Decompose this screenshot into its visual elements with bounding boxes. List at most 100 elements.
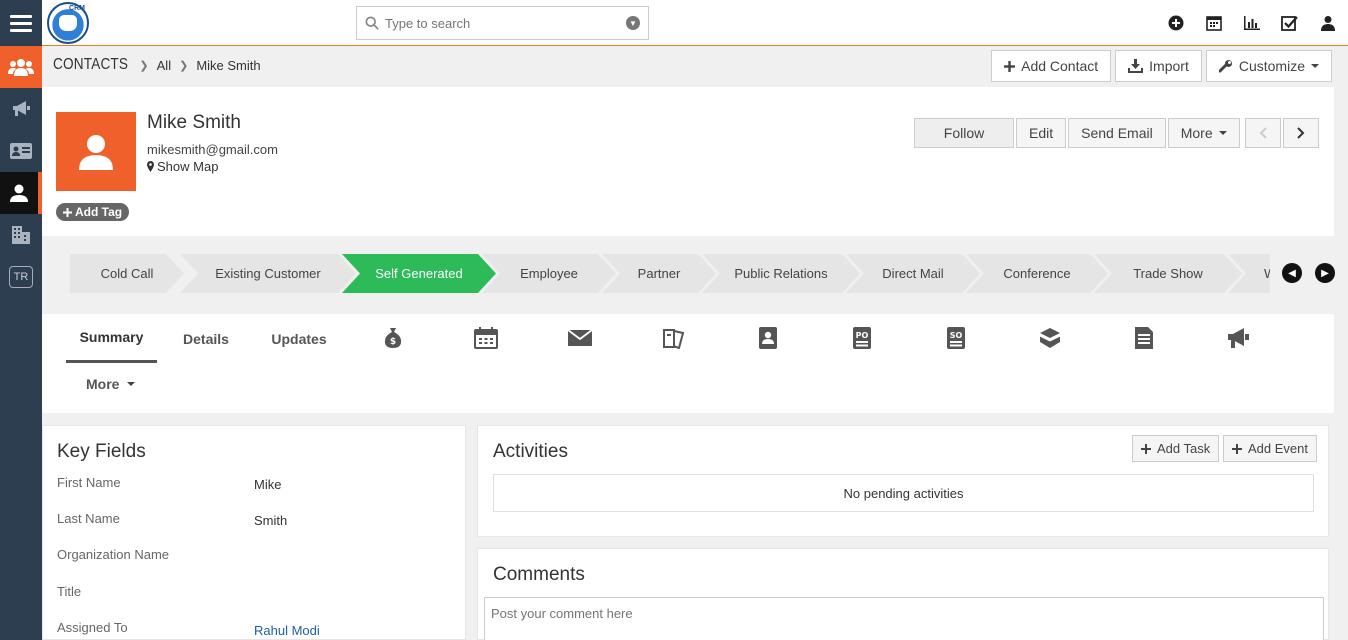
wrench-icon bbox=[1218, 60, 1232, 73]
add-contact-button[interactable]: Add Contact bbox=[991, 50, 1112, 82]
contact-name: Mike Smith bbox=[147, 112, 241, 133]
sidebar-item-contacts[interactable] bbox=[0, 172, 42, 214]
megaphone-icon[interactable] bbox=[1224, 324, 1252, 352]
field-row: First Name Mike bbox=[57, 475, 281, 492]
tickets-icon[interactable] bbox=[660, 324, 688, 352]
breadcrumb-module[interactable]: CONTACTS bbox=[53, 56, 128, 74]
document-icon[interactable] bbox=[1130, 324, 1158, 352]
key-fields-title: Key Fields bbox=[57, 441, 146, 462]
field-label: Assigned To bbox=[57, 620, 128, 635]
edit-button[interactable]: Edit bbox=[1016, 118, 1067, 148]
download-icon bbox=[1128, 59, 1144, 73]
tab-summary[interactable]: Summary bbox=[66, 314, 157, 363]
add-tag-label: Add Tag bbox=[75, 205, 123, 219]
search-input[interactable] bbox=[385, 15, 626, 31]
add-task-button[interactable]: Add Task bbox=[1132, 435, 1220, 462]
comment-input[interactable] bbox=[484, 597, 1324, 640]
tab-details[interactable]: Details bbox=[170, 314, 242, 363]
field-label: First Name bbox=[57, 475, 121, 490]
top-bar: CRM ▼ bbox=[0, 0, 1348, 46]
so-icon[interactable]: SO bbox=[942, 324, 970, 352]
po-icon[interactable]: PO bbox=[848, 324, 876, 352]
import-label: Import bbox=[1149, 58, 1189, 74]
stage-item[interactable]: Employee bbox=[482, 254, 616, 293]
add-event-button[interactable]: Add Event bbox=[1223, 435, 1317, 462]
caret-down-icon bbox=[127, 382, 136, 386]
calendar-icon[interactable] bbox=[472, 324, 500, 352]
person-icon bbox=[79, 134, 113, 170]
id-card-icon bbox=[10, 143, 32, 159]
global-search[interactable]: ▼ bbox=[356, 6, 649, 40]
user-account-icon[interactable] bbox=[1318, 13, 1338, 33]
checkbox-task-icon[interactable] bbox=[1280, 13, 1300, 33]
svg-text:PO: PO bbox=[856, 331, 869, 340]
add-circle-icon[interactable] bbox=[1166, 13, 1186, 33]
add-contact-label: Add Contact bbox=[1021, 58, 1099, 74]
comments-title: Comments bbox=[493, 564, 585, 585]
tab-more-label: More bbox=[86, 376, 120, 392]
left-sidebar: TR bbox=[0, 46, 42, 640]
assigned-to-link[interactable]: Rahul Modi bbox=[254, 623, 320, 638]
show-map-link[interactable]: Show Map bbox=[147, 159, 218, 174]
tr-badge: TR bbox=[9, 266, 33, 288]
stage-item-active[interactable]: Self Generated bbox=[342, 254, 496, 293]
import-button[interactable]: Import bbox=[1115, 50, 1202, 82]
stage-scroll-right-icon[interactable]: ▶ bbox=[1315, 263, 1335, 283]
sidebar-item-marketing[interactable] bbox=[0, 88, 42, 130]
field-value[interactable]: Mike bbox=[254, 477, 281, 492]
contact-profile-card: Mike Smith mikesmith@gmail.com Show Map … bbox=[42, 87, 1334, 236]
follow-button[interactable]: Follow bbox=[914, 118, 1014, 148]
field-row: Organization Name bbox=[57, 547, 169, 562]
money-bag-icon[interactable]: $ bbox=[379, 324, 407, 352]
more-actions-button[interactable]: More bbox=[1167, 118, 1240, 148]
map-marker-icon bbox=[147, 161, 154, 172]
show-map-label: Show Map bbox=[157, 159, 219, 174]
avatar[interactable] bbox=[56, 112, 136, 191]
next-record-button[interactable] bbox=[1283, 118, 1319, 148]
envelope-icon[interactable] bbox=[566, 324, 594, 352]
field-value[interactable]: Smith bbox=[254, 513, 287, 528]
megaphone-icon bbox=[13, 101, 30, 116]
add-tag-button[interactable]: Add Tag bbox=[56, 203, 130, 221]
boxes-icon[interactable] bbox=[1036, 324, 1064, 352]
stage-item[interactable]: Direct Mail bbox=[846, 254, 980, 293]
stage-item[interactable]: Existing Customer bbox=[180, 254, 356, 293]
send-email-button[interactable]: Send Email bbox=[1068, 118, 1166, 148]
no-pending-activities: No pending activities bbox=[493, 474, 1314, 512]
bar-chart-icon[interactable] bbox=[1242, 13, 1262, 33]
breadcrumb-filter[interactable]: All bbox=[157, 58, 171, 73]
field-label: Title bbox=[57, 584, 82, 599]
caret-down-icon bbox=[1218, 131, 1227, 135]
sidebar-item-leads[interactable] bbox=[0, 130, 42, 172]
field-label: Organization Name bbox=[57, 547, 169, 562]
calendar-icon[interactable] bbox=[1204, 13, 1224, 33]
plus-icon bbox=[1232, 443, 1242, 454]
sidebar-item-organizations[interactable] bbox=[0, 214, 42, 256]
contact-email[interactable]: mikesmith@gmail.com bbox=[147, 142, 278, 157]
menu-icon[interactable] bbox=[0, 0, 42, 46]
sidebar-item-tr[interactable]: TR bbox=[0, 256, 42, 298]
svg-text:SO: SO bbox=[950, 331, 963, 340]
users-group-icon bbox=[8, 59, 34, 76]
stage-item[interactable]: Conference bbox=[966, 254, 1108, 293]
tab-more-dropdown[interactable]: More bbox=[86, 376, 136, 392]
crm-logo[interactable]: CRM bbox=[47, 2, 89, 44]
record-tabs: Summary Details Updates $ PO SO More bbox=[42, 314, 1334, 413]
stage-item[interactable]: Partner bbox=[602, 254, 716, 293]
building-icon bbox=[12, 226, 30, 244]
sidebar-item-contacts-group[interactable] bbox=[0, 46, 42, 88]
previous-record-button[interactable] bbox=[1245, 118, 1281, 148]
stage-item[interactable]: Cold Call bbox=[70, 254, 184, 293]
lead-source-pipeline: Cold Call Existing Customer Self Generat… bbox=[70, 254, 1270, 293]
customize-button[interactable]: Customize bbox=[1205, 50, 1332, 82]
add-task-label: Add Task bbox=[1157, 441, 1211, 456]
search-options-chevron-icon[interactable]: ▼ bbox=[626, 16, 640, 30]
stage-item[interactable]: Trade Show bbox=[1094, 254, 1242, 293]
stage-item[interactable]: Public Relations bbox=[702, 254, 860, 293]
stage-scroll-left-icon[interactable]: ◀ bbox=[1282, 263, 1302, 283]
chevron-left-icon bbox=[1259, 127, 1267, 139]
caret-down-icon bbox=[1311, 64, 1319, 68]
contact-book-icon[interactable] bbox=[754, 324, 782, 352]
tab-updates[interactable]: Updates bbox=[262, 314, 336, 363]
chevron-right-icon: ❯ bbox=[179, 59, 189, 72]
